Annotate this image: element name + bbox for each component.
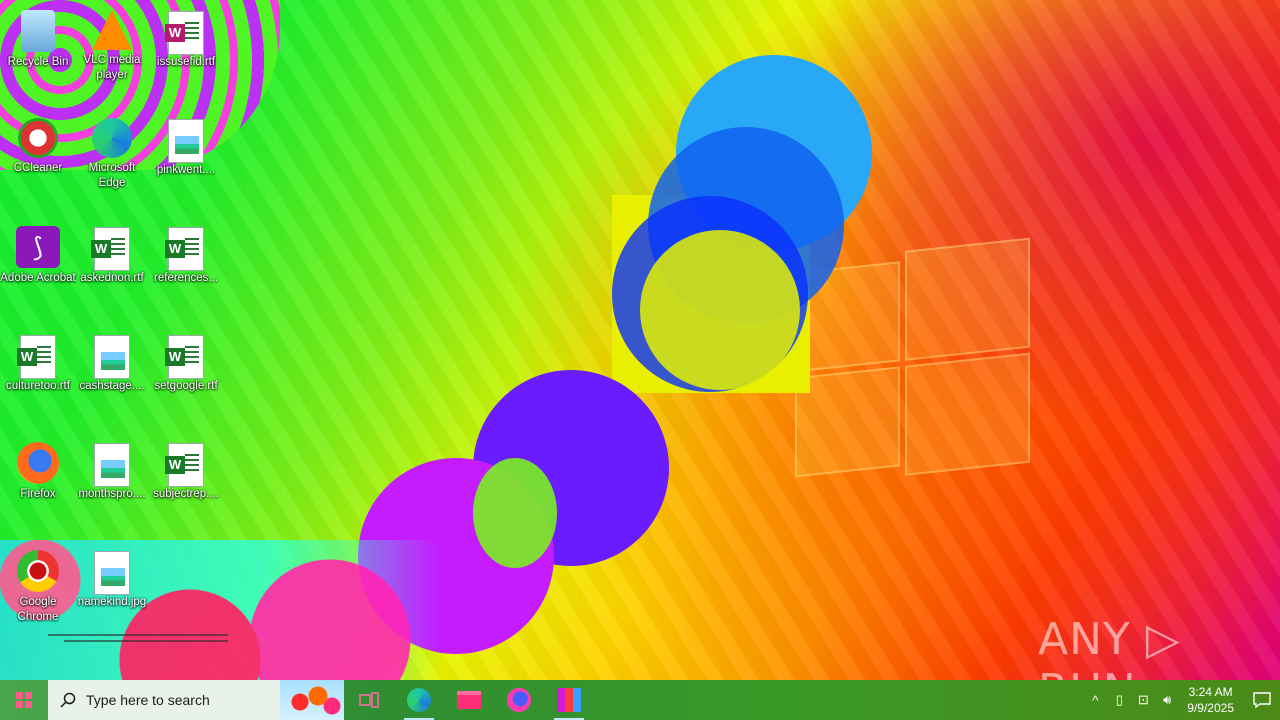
icon-label: Google Chrome — [17, 596, 59, 623]
taskbar-search-box[interactable]: Type here to search — [48, 680, 344, 720]
icon-label: cashstage.... — [79, 380, 145, 392]
desktop-icon-ccleaner[interactable]: CCleaner — [0, 118, 76, 176]
edge-icon — [407, 688, 431, 712]
network-icon[interactable]: ⊡ — [1131, 692, 1155, 708]
task-view-icon — [359, 692, 379, 708]
firefox-icon — [507, 688, 531, 712]
icon-label: pinkwent.... — [156, 164, 216, 176]
image-file-icon — [168, 119, 204, 163]
search-highlight-image — [280, 680, 344, 720]
action-center-button[interactable] — [1244, 692, 1280, 708]
image-file-icon — [94, 443, 130, 487]
desktop-icon-edge[interactable]: Microsoft Edge — [74, 118, 150, 191]
icon-label: CCleaner — [13, 162, 63, 174]
desktop-icon-firefox[interactable]: Firefox — [0, 442, 76, 502]
desktop-icon-monthspro[interactable]: monthspro.... — [74, 442, 150, 502]
taskbar-app-file-explorer[interactable] — [444, 680, 494, 720]
windows-start-icon — [16, 692, 32, 708]
desktop-icon-subjectrep[interactable]: W subjectrep.... — [148, 442, 224, 502]
desktop-icon-cashstage[interactable]: cashstage.... — [74, 334, 150, 394]
image-file-icon — [94, 335, 130, 379]
desktop-icon-recycle-bin[interactable]: Recycle Bin — [0, 10, 76, 70]
firefox-icon — [17, 442, 59, 484]
desktop-icon-issusefid[interactable]: W issusefid.rtf — [148, 10, 224, 70]
taskbar-app-winrar[interactable] — [544, 680, 594, 720]
desktop-icon-setgoogle[interactable]: W setgoogle.rtf — [148, 334, 224, 394]
show-hidden-icons-chevron-icon[interactable]: ^ — [1083, 693, 1107, 708]
taskbar-clock[interactable]: 3:24 AM 9/9/2025 — [1187, 684, 1234, 716]
chrome-icon — [17, 550, 59, 592]
icon-label: monthspro.... — [78, 488, 146, 500]
ccleaner-icon — [18, 118, 58, 158]
clock-time: 3:24 AM — [1188, 685, 1233, 699]
glitch-line — [64, 640, 228, 642]
recycle-bin-icon — [21, 10, 55, 52]
anyrun-watermark: ANY ▷ RUN — [1038, 614, 1181, 680]
desktop-icon-pinkwent[interactable]: pinkwent.... — [148, 118, 224, 178]
start-button[interactable] — [0, 680, 48, 720]
acrobat-icon: ⟆ — [16, 226, 60, 268]
glitch-circle-yellow — [640, 230, 800, 390]
taskbar: Type here to search ^ ▯ ⊡ 🔊︎ 3:24 AM 9/9… — [0, 680, 1280, 720]
icon-label: Recycle Bin — [7, 56, 69, 68]
rtf-document-icon: W — [17, 335, 56, 379]
vlc-icon — [92, 10, 132, 50]
folder-icon — [457, 691, 481, 709]
icon-label: issusefid.rtf — [156, 56, 216, 68]
icon-label: VLC media player — [83, 54, 141, 81]
desktop-icon-askednon[interactable]: W askednon.rtf — [74, 226, 150, 286]
edge-icon — [92, 118, 132, 158]
search-placeholder: Type here to search — [86, 692, 210, 708]
clock-date: 9/9/2025 — [1187, 701, 1234, 715]
icon-label: Adobe Acrobat — [0, 272, 76, 284]
system-tray: ^ ▯ ⊡ 🔊︎ 3:24 AM 9/9/2025 — [1083, 680, 1280, 720]
desktop-background: Recycle Bin VLC media player W issusefid… — [0, 0, 1280, 680]
volume-icon[interactable]: 🔊︎ — [1155, 692, 1179, 708]
taskbar-app-edge[interactable] — [394, 680, 444, 720]
desktop-icon-google-chrome[interactable]: Google Chrome — [0, 550, 76, 625]
desktop-icon-vlc[interactable]: VLC media player — [74, 10, 150, 83]
rtf-document-icon: W — [91, 227, 130, 271]
rtf-document-icon: W — [165, 227, 204, 271]
glitch-line — [48, 634, 228, 636]
taskbar-app-firefox[interactable] — [494, 680, 544, 720]
notification-icon — [1253, 692, 1271, 708]
task-view-button[interactable] — [344, 680, 394, 720]
winrar-icon — [557, 688, 581, 712]
search-icon — [60, 692, 76, 708]
desktop-icon-adobe-acrobat[interactable]: ⟆ Adobe Acrobat — [0, 226, 76, 286]
device-icon[interactable]: ▯ — [1107, 692, 1131, 708]
image-file-icon — [94, 551, 130, 595]
icon-label: Microsoft Edge — [88, 162, 136, 189]
icon-label: culturetoo.rtf — [6, 380, 70, 392]
icon-label: references... — [154, 272, 218, 284]
icon-label: namekind.jpg — [77, 596, 147, 608]
rtf-document-icon: W — [165, 11, 204, 55]
rtf-document-icon: W — [165, 335, 204, 379]
glitch-circle-green — [473, 458, 557, 568]
icon-label: Firefox — [20, 488, 56, 500]
desktop-icon-references[interactable]: W references... — [148, 226, 224, 286]
rtf-document-icon: W — [165, 443, 204, 487]
desktop-icon-culturetoo[interactable]: W culturetoo.rtf — [0, 334, 76, 394]
desktop-icon-namekind[interactable]: namekind.jpg — [74, 550, 150, 610]
icon-label: subjectrep.... — [153, 488, 219, 500]
icon-label: askednon.rtf — [80, 272, 144, 284]
icon-label: setgoogle.rtf — [154, 380, 218, 392]
